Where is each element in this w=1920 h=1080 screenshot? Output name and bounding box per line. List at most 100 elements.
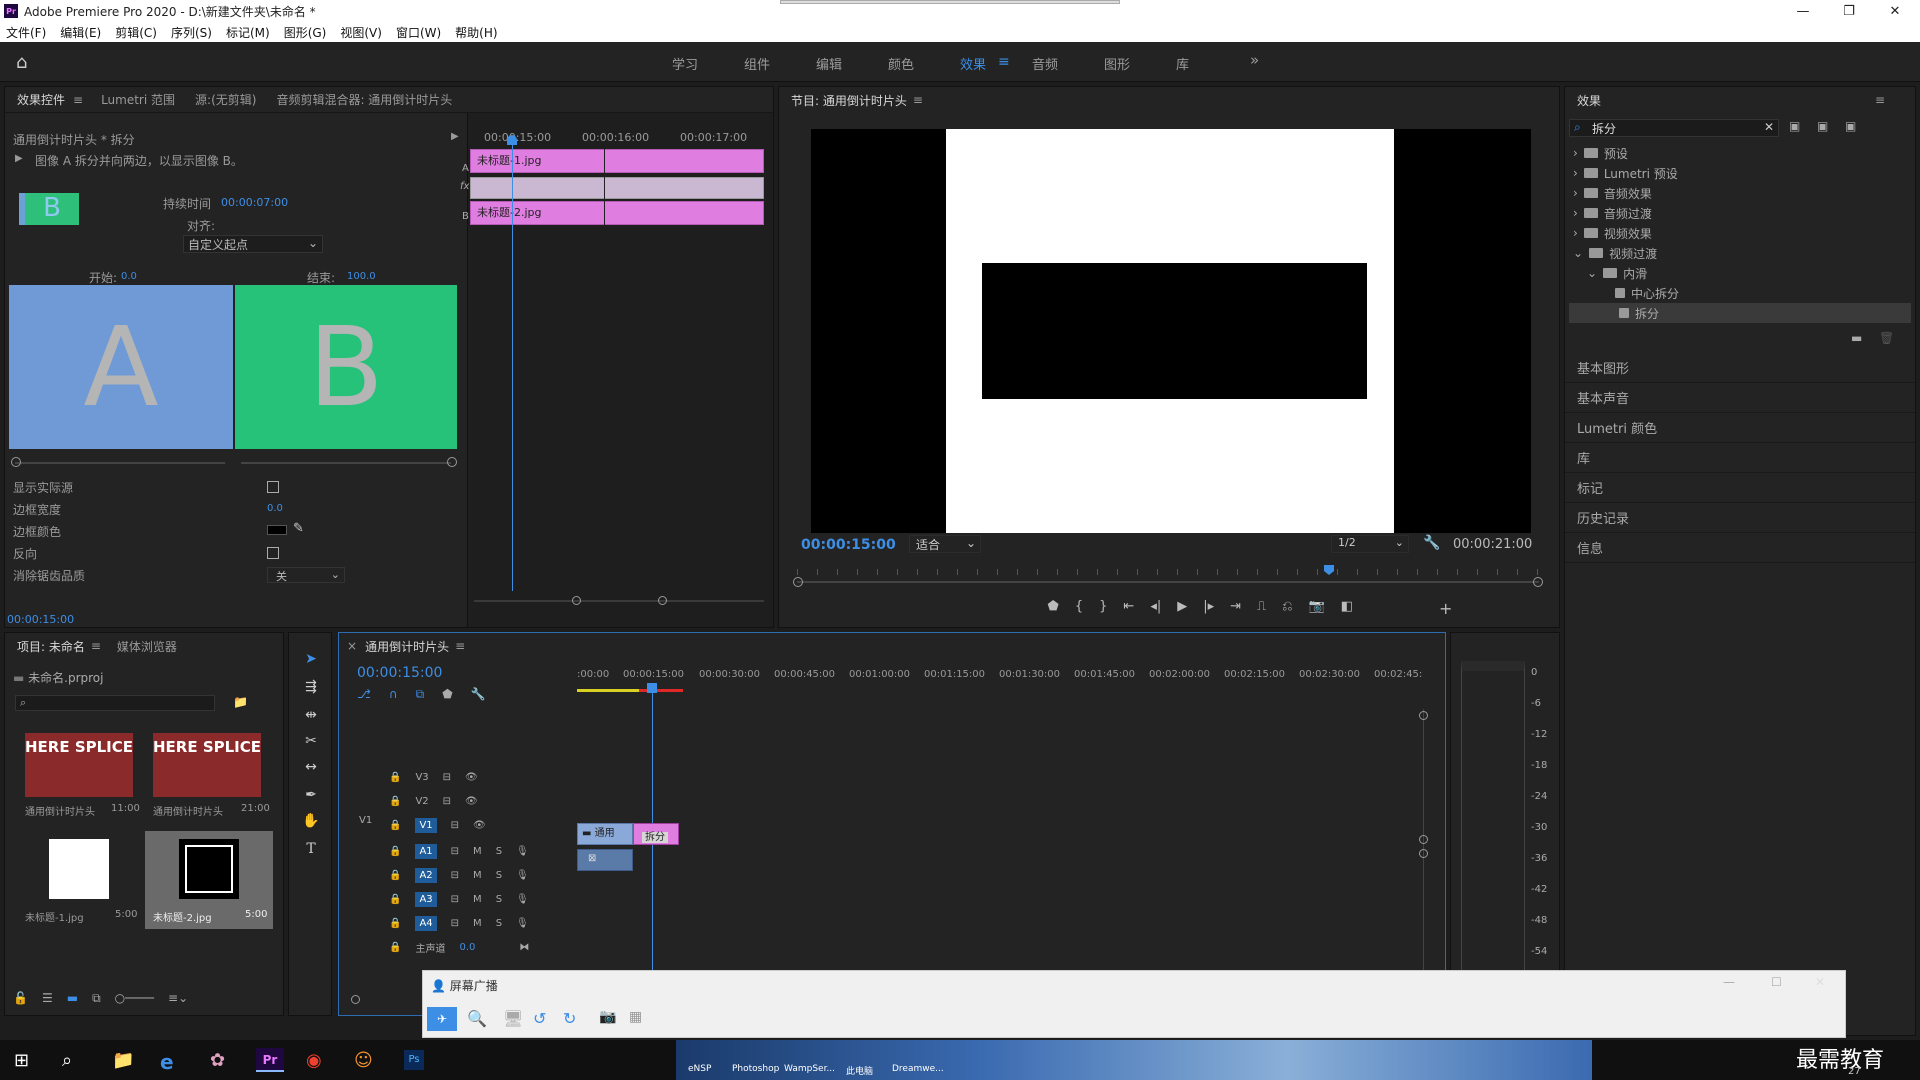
lock-icon[interactable]: 🔒 bbox=[389, 772, 401, 783]
split-transition[interactable]: 拆分 bbox=[633, 823, 679, 845]
effects-search-input[interactable]: ⌕ 拆分 ✕ bbox=[1569, 119, 1779, 137]
go-to-out-icon[interactable]: ⇥ bbox=[1230, 599, 1241, 623]
menu-view[interactable]: 视图(V) bbox=[340, 24, 382, 41]
windows-start-icon[interactable]: ⊞ bbox=[14, 1050, 29, 1071]
sync-lock-icon[interactable]: ⊟ bbox=[451, 894, 459, 905]
panel-menu-icon[interactable]: ≡ bbox=[91, 639, 101, 653]
icon-view-icon[interactable]: ▬ bbox=[67, 991, 78, 1009]
panel-menu-icon[interactable]: ≡ bbox=[1875, 93, 1885, 107]
v-scroll-handle[interactable] bbox=[1419, 711, 1428, 720]
lift-icon[interactable]: ⎍ bbox=[1257, 599, 1266, 623]
fit-dropdown[interactable]: 适合 ⌄ bbox=[909, 535, 981, 553]
border-color-swatch[interactable] bbox=[267, 525, 287, 535]
workspace-tab-graphics[interactable]: 图形 bbox=[1104, 54, 1130, 73]
step-forward-icon[interactable]: |▸ bbox=[1203, 599, 1214, 623]
v1-clip[interactable]: ▬ 通用 bbox=[577, 823, 633, 845]
ripple-edit-tool-icon[interactable]: ⇹ bbox=[299, 703, 323, 727]
premiere-taskbar-icon[interactable]: Pr bbox=[256, 1048, 284, 1072]
menu-sequence[interactable]: 序列(S) bbox=[171, 24, 212, 41]
sequence-tab[interactable]: 通用倒计时片头 bbox=[365, 638, 449, 655]
sync-lock-icon[interactable]: ⊟ bbox=[451, 820, 459, 831]
yuv-effects-icon[interactable]: ▣ bbox=[1845, 119, 1856, 133]
panel-menu-icon[interactable]: ≡ bbox=[73, 93, 83, 107]
section-markers[interactable]: 标记 bbox=[1565, 473, 1915, 503]
section-libraries[interactable]: 库 bbox=[1565, 443, 1915, 473]
end-slider[interactable] bbox=[241, 462, 451, 464]
section-lumetri-color[interactable]: Lumetri 颜色 bbox=[1565, 413, 1915, 443]
section-info[interactable]: 信息 bbox=[1565, 533, 1915, 563]
tree-lumetri-presets[interactable]: › Lumetri 预设 bbox=[1565, 163, 1915, 183]
new-bin-icon[interactable]: ▬ bbox=[1851, 331, 1862, 345]
desktop-app-label[interactable]: eNSP bbox=[688, 1064, 711, 1074]
workspace-tab-learn[interactable]: 学习 bbox=[672, 54, 698, 73]
selection-tool-icon[interactable]: ➤ bbox=[299, 647, 323, 671]
edge-icon[interactable]: e bbox=[160, 1050, 174, 1074]
show-actual-sources-checkbox[interactable] bbox=[267, 481, 279, 493]
duration-value[interactable]: 00:00:07:00 bbox=[221, 196, 288, 209]
lock-icon[interactable]: 🔒 bbox=[389, 846, 401, 857]
workspace-tab-effects[interactable]: 效果 bbox=[960, 54, 986, 73]
antialias-dropdown[interactable]: 关 ⌄ bbox=[267, 567, 345, 583]
eyedropper-icon[interactable]: ✎ bbox=[293, 521, 304, 536]
menu-edit[interactable]: 编辑(E) bbox=[60, 24, 101, 41]
accelerated-effects-icon[interactable]: ▣ bbox=[1789, 119, 1800, 133]
zoom-tool-icon[interactable]: 🔍 bbox=[467, 1009, 487, 1028]
tab-effect-controls[interactable]: 效果控件 bbox=[17, 91, 65, 108]
tab-audio-clip-mixer[interactable]: 音频剪辑混合器: 通用倒计时片头 bbox=[276, 91, 452, 108]
track-label[interactable]: A2 bbox=[415, 867, 437, 883]
tree-video-effects[interactable]: › 视频效果 bbox=[1565, 223, 1915, 243]
lock-icon[interactable]: 🔓 bbox=[13, 991, 28, 1009]
redo-icon[interactable]: ↻ bbox=[563, 1009, 576, 1028]
transition-bar[interactable] bbox=[470, 177, 764, 199]
section-essential-sound[interactable]: 基本声音 bbox=[1565, 383, 1915, 413]
broadcast-maximize-button[interactable]: ☐ bbox=[1771, 975, 1782, 989]
nest-icon[interactable]: ⎇ bbox=[357, 687, 371, 702]
panel-menu-icon[interactable]: ≡ bbox=[455, 639, 465, 653]
a-scroll-handle[interactable] bbox=[1419, 849, 1428, 858]
razor-tool-icon[interactable]: ✂ bbox=[299, 729, 323, 753]
mute-icon[interactable]: M bbox=[473, 870, 482, 881]
settings-wrench-icon[interactable]: 🔧 bbox=[471, 687, 486, 702]
export-frame-icon[interactable]: 📷 bbox=[1309, 599, 1325, 623]
lock-icon[interactable]: 🔒 bbox=[389, 870, 401, 881]
undo-icon[interactable]: ↺ bbox=[533, 1009, 546, 1028]
tree-audio-transitions[interactable]: › 音频过渡 bbox=[1565, 203, 1915, 223]
ec-zoom-handle-right[interactable] bbox=[658, 596, 667, 605]
master-end-icon[interactable]: ⧓ bbox=[519, 942, 529, 953]
tree-video-transitions[interactable]: ⌄ 视频过渡 bbox=[1565, 243, 1915, 263]
project-search-input[interactable]: ⌕ bbox=[15, 695, 215, 711]
bin-item-thumbnail[interactable]: HERE SPLICE bbox=[25, 733, 133, 797]
step-back-icon[interactable]: ◂| bbox=[1150, 599, 1161, 623]
tab-media-browser[interactable]: 媒体浏览器 bbox=[117, 638, 177, 655]
desktop-app-label[interactable]: WampSer... bbox=[784, 1064, 835, 1074]
program-monitor-title[interactable]: 节目: 通用倒计时片头 bbox=[791, 92, 907, 109]
tab-project[interactable]: 项目: 未命名 bbox=[17, 638, 85, 655]
mic-icon[interactable]: 🎙 bbox=[516, 918, 529, 929]
sync-lock-icon[interactable]: ⊟ bbox=[443, 772, 451, 783]
app-icon[interactable]: ✿ bbox=[210, 1050, 225, 1071]
tree-slide[interactable]: ⌄ 内滑 bbox=[1565, 263, 1915, 283]
eye-icon[interactable]: 👁 bbox=[465, 772, 478, 783]
sync-lock-icon[interactable]: ⊟ bbox=[451, 846, 459, 857]
timeline-playhead-handle[interactable] bbox=[647, 683, 657, 693]
clip-a[interactable]: 未标题-1.jpg bbox=[470, 149, 764, 173]
sync-lock-icon[interactable]: ⊟ bbox=[451, 870, 459, 881]
transition-thumbnail[interactable]: B bbox=[19, 193, 79, 225]
lock-icon[interactable]: 🔒 bbox=[389, 894, 401, 905]
bin-item-selected[interactable]: 未标题-2.jpg 5:00 bbox=[145, 831, 273, 929]
track-label[interactable]: A1 bbox=[415, 843, 437, 859]
start-value[interactable]: 0.0 bbox=[121, 271, 137, 282]
end-value[interactable]: 100.0 bbox=[347, 271, 376, 282]
slip-tool-icon[interactable]: ↔ bbox=[299, 755, 323, 779]
program-timecode[interactable]: 00:00:15:00 bbox=[801, 537, 896, 553]
h-scroll-handle[interactable] bbox=[351, 995, 360, 1004]
tab-lumetri-scopes[interactable]: Lumetri 范围 bbox=[101, 91, 175, 108]
track-label[interactable]: A4 bbox=[415, 915, 437, 931]
wrench-icon[interactable]: 🔧 bbox=[1423, 535, 1440, 551]
list-view-icon[interactable]: ☰ bbox=[42, 991, 53, 1009]
chrome-icon[interactable]: ◉ bbox=[306, 1050, 322, 1071]
mute-icon[interactable]: M bbox=[473, 918, 482, 929]
lock-icon[interactable]: 🔒 bbox=[389, 942, 401, 953]
compare-view-icon[interactable]: ◧ bbox=[1341, 599, 1353, 623]
start-slider[interactable] bbox=[15, 462, 225, 464]
